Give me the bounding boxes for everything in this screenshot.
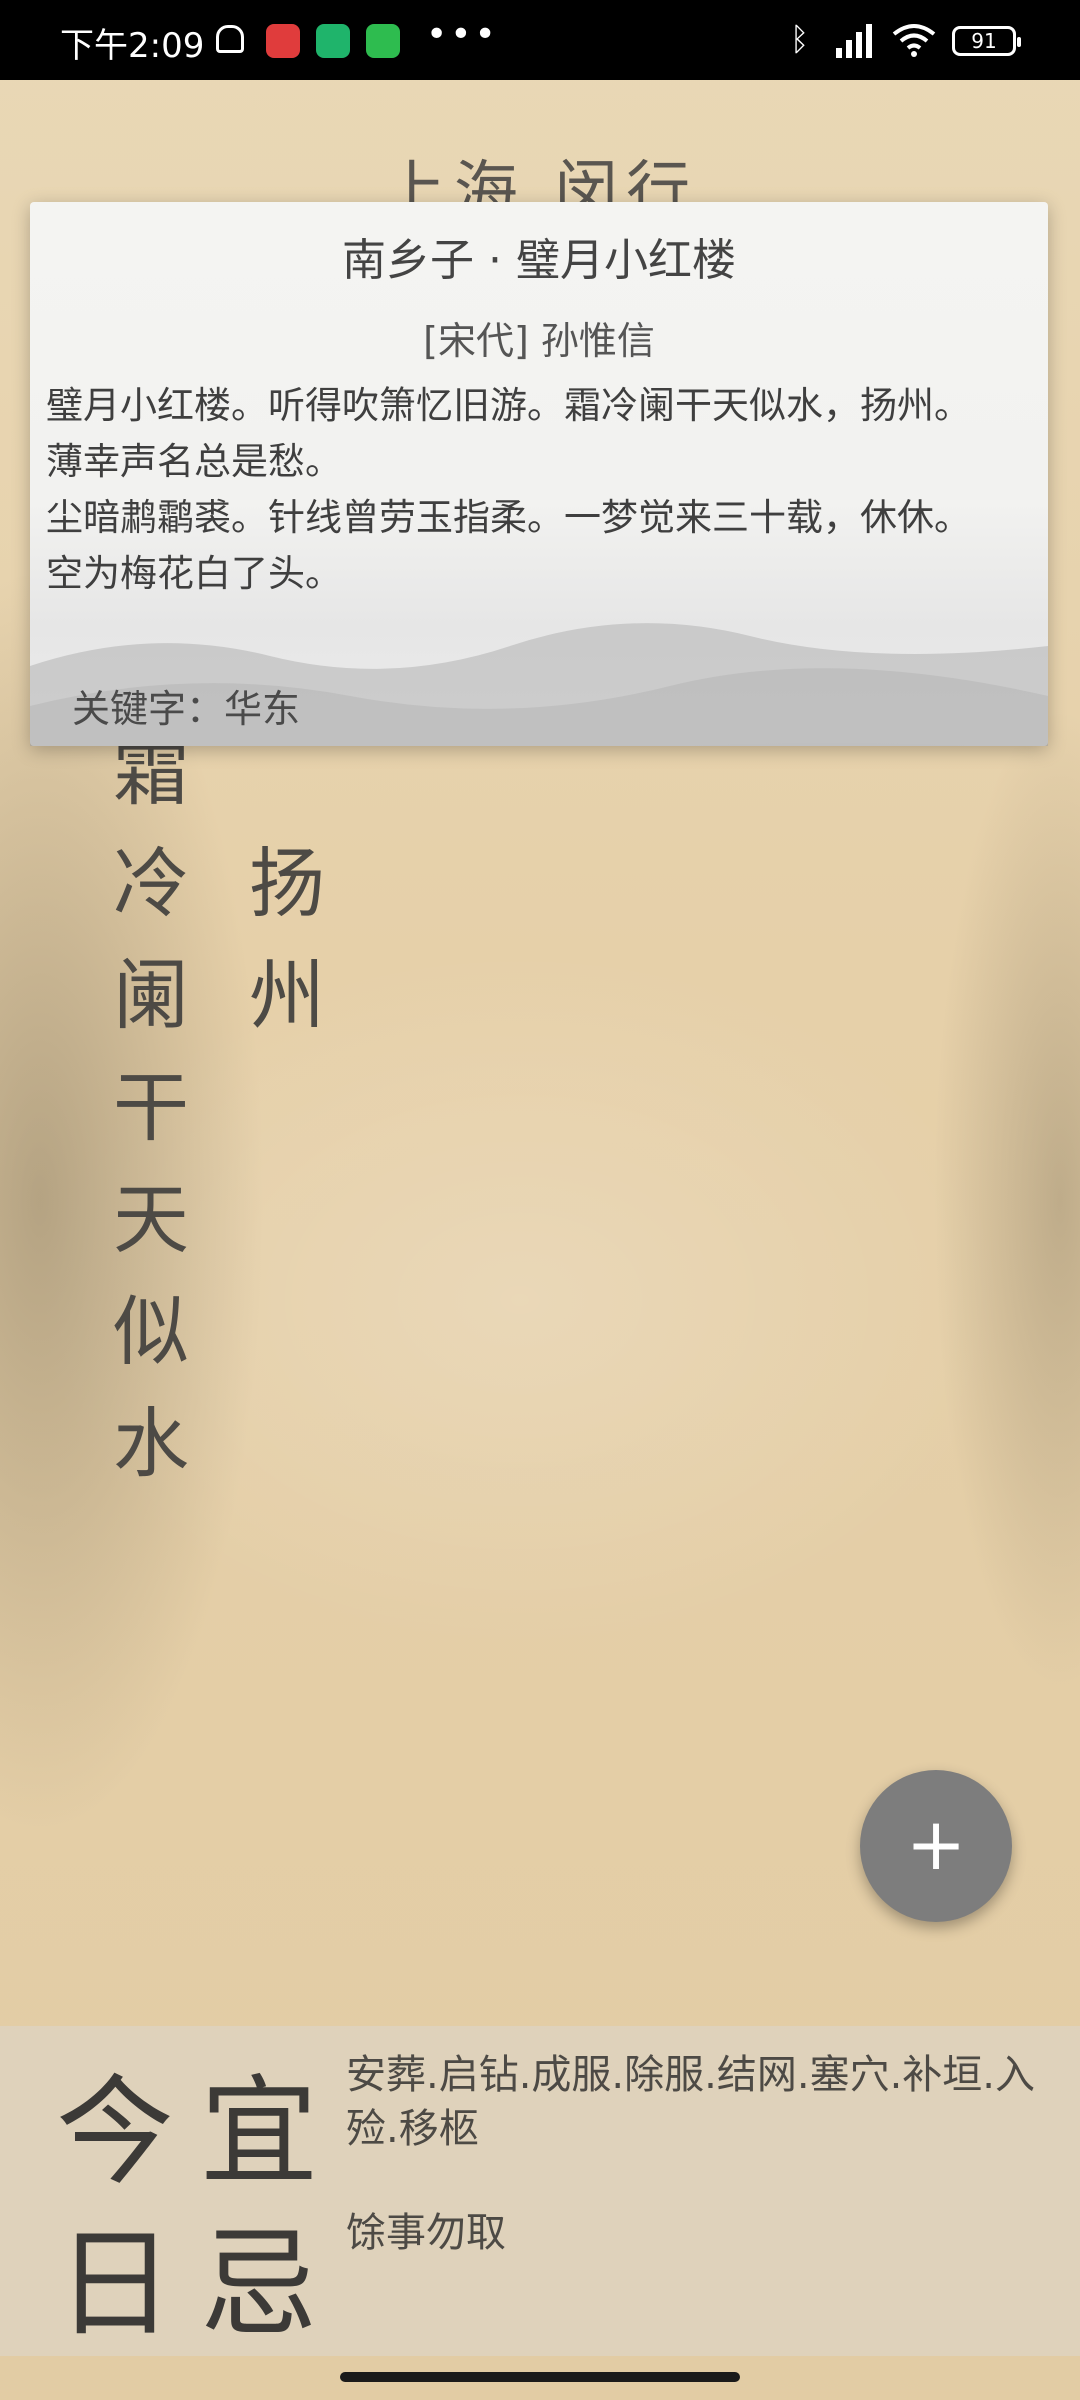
poem-char: 干 xyxy=(113,1063,189,1152)
poem-char: 天 xyxy=(113,1175,189,1264)
almanac-yi-label: 宜 xyxy=(200,2063,319,2201)
home-indicator[interactable] xyxy=(340,2372,740,2382)
poem-author: [宋代] 孙惟信 xyxy=(423,319,655,363)
poem-column-1: 霜 冷 阑 干 天 似 水 xyxy=(106,716,196,1500)
signal-icon xyxy=(836,22,878,58)
almanac-jin: 今 xyxy=(56,2063,175,2201)
bluetooth-icon: ᛒ xyxy=(790,20,810,58)
almanac-ri: 日 xyxy=(56,2215,175,2353)
poem-line: 璧月小红楼。听得吹箫忆旧游。霜冷阑干天似水，扬州。 xyxy=(46,384,971,427)
poem-char: 冷 xyxy=(113,839,189,928)
almanac-ji-label: 忌 xyxy=(200,2215,319,2353)
netease-music-icon xyxy=(266,24,300,58)
wifi-icon xyxy=(892,24,936,57)
poem-char: 阑 xyxy=(113,951,189,1040)
poem-line: 空为梅花白了头。 xyxy=(46,552,342,595)
more-icon: ••• xyxy=(426,14,499,55)
poem-popup[interactable]: 南乡子 · 璧月小红楼 [宋代] 孙惟信 璧月小红楼。听得吹箫忆旧游。霜冷阑干天… xyxy=(30,202,1048,746)
poem-char: 水 xyxy=(113,1399,189,1488)
poem-char: 扬 xyxy=(249,839,325,928)
poem-char: 似 xyxy=(113,1287,189,1376)
poem-char: 州 xyxy=(249,951,325,1040)
almanac-yi-items: 安葬.启钻.成服.除服.结网.塞穴.补垣.入殓.移柩 xyxy=(346,2052,1036,2152)
almanac-ji-items: 馀事勿取 xyxy=(346,2210,506,2256)
status-time: 下午2:09 xyxy=(60,26,205,66)
status-bar: 下午2:09 ••• ᛒ 91 xyxy=(0,0,1080,80)
poem-body: 璧月小红楼。听得吹箫忆旧游。霜冷阑干天似水，扬州。 薄幸声名总是愁。 尘暗鹔鹴裘… xyxy=(46,378,1034,602)
poem-line: 薄幸声名总是愁。 xyxy=(46,440,342,483)
add-button[interactable]: + xyxy=(860,1770,1012,1922)
shield-app-icon xyxy=(316,24,350,58)
poem-keyword: 关键字：华东 xyxy=(72,687,301,731)
wechat-icon xyxy=(366,24,400,58)
battery-icon: 91 xyxy=(952,26,1021,56)
poem-line: 尘暗鹔鹴裘。针线曾劳玉指柔。一梦觉来三十载，休休。 xyxy=(46,496,971,539)
bell-off-icon xyxy=(216,25,244,53)
poem-title: 南乡子 · 璧月小红楼 xyxy=(342,235,736,286)
poem-column-2: 扬 州 xyxy=(242,828,332,1052)
almanac-panel: 今 日 宜 忌 安葬.启钻.成服.除服.结网.塞穴.补垣.入殓.移柩 馀事勿取 xyxy=(0,2026,1080,2356)
